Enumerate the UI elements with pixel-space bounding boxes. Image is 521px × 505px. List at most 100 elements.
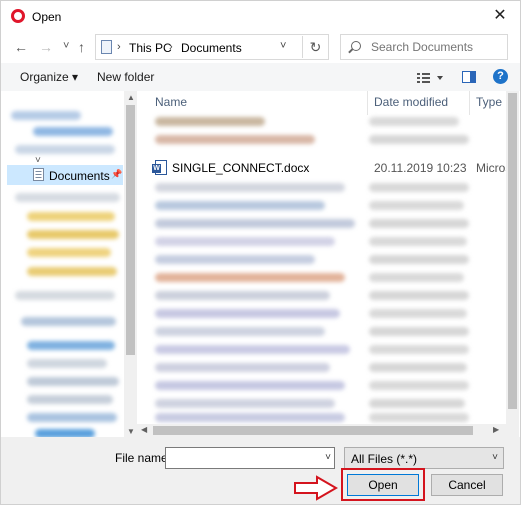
- up-button[interactable]: ↑: [78, 39, 85, 55]
- search-input[interactable]: [371, 39, 501, 55]
- file-row-blurred[interactable]: [155, 327, 325, 336]
- breadcrumb-documents[interactable]: Documents: [181, 41, 242, 55]
- file-type-filter[interactable]: All Files (*.*) ˅: [344, 447, 504, 469]
- nav-item-blurred[interactable]: [35, 429, 95, 437]
- file-row-blurred[interactable]: [155, 135, 315, 144]
- file-row-blurred[interactable]: [369, 255, 469, 264]
- address-bar[interactable]: › This PC › Documents ˅ ↻: [95, 34, 329, 60]
- address-dropdown-button[interactable]: ˅: [280, 40, 286, 52]
- opera-logo-icon: [11, 9, 25, 23]
- organize-button[interactable]: Organize ▾: [20, 70, 78, 84]
- file-row-blurred[interactable]: [369, 273, 464, 282]
- nav-item-blurred[interactable]: [27, 395, 113, 404]
- file-list-horizontal-scrollbar[interactable]: ◀ ▶: [137, 424, 506, 437]
- scrollbar-thumb[interactable]: [153, 426, 473, 435]
- pin-icon: 📌: [111, 169, 123, 179]
- file-name-field[interactable]: ˅: [165, 447, 335, 469]
- bottom-bar: File name: ˅ All Files (*.*) ˅ Open Canc…: [1, 437, 520, 504]
- help-button[interactable]: ?: [493, 69, 508, 84]
- nav-item-blurred[interactable]: [27, 341, 115, 350]
- nav-item-blurred[interactable]: [27, 413, 117, 422]
- column-divider[interactable]: [469, 91, 470, 115]
- cancel-button[interactable]: Cancel: [431, 474, 503, 496]
- open-button[interactable]: Open: [347, 474, 419, 496]
- file-row-blurred[interactable]: [369, 363, 467, 372]
- file-row-blurred[interactable]: [155, 381, 345, 390]
- column-header-name[interactable]: Name: [155, 95, 187, 109]
- scrollbar-thumb[interactable]: [508, 93, 517, 409]
- file-row-blurred[interactable]: [155, 117, 265, 126]
- file-row-blurred[interactable]: [369, 309, 467, 318]
- nav-item-blurred[interactable]: [15, 193, 120, 202]
- new-folder-button[interactable]: New folder: [97, 70, 154, 84]
- file-row-blurred[interactable]: [155, 309, 340, 318]
- breadcrumb-separator[interactable]: ›: [169, 41, 173, 53]
- chevron-down-icon[interactable]: ˅: [325, 452, 331, 463]
- nav-item-blurred[interactable]: [27, 212, 115, 221]
- navigation-pane-scrollbar[interactable]: ▲ ▼: [124, 91, 137, 437]
- nav-item-documents[interactable]: ˅ Documents 📌: [7, 155, 123, 185]
- file-row-blurred[interactable]: [369, 413, 469, 422]
- file-row-blurred[interactable]: [369, 345, 469, 354]
- file-list-vertical-scrollbar[interactable]: [506, 91, 519, 437]
- file-row-blurred[interactable]: [155, 219, 355, 228]
- column-header-type[interactable]: Type: [476, 95, 502, 109]
- file-row-blurred[interactable]: [155, 183, 345, 192]
- documents-location-icon: [101, 40, 112, 54]
- scroll-down-arrow-icon[interactable]: ▼: [127, 427, 135, 436]
- breadcrumb-separator[interactable]: ›: [117, 41, 121, 53]
- file-row-blurred[interactable]: [369, 135, 469, 144]
- scrollbar-thumb[interactable]: [126, 105, 135, 355]
- file-list[interactable]: ˆ Name Date modified Type SINGLE_CONNECT…: [137, 91, 506, 437]
- nav-item-blurred[interactable]: [11, 111, 81, 120]
- nav-item-blurred[interactable]: [15, 291, 115, 300]
- file-row-blurred[interactable]: [369, 201, 464, 210]
- file-row-blurred[interactable]: [155, 273, 345, 282]
- file-row[interactable]: SINGLE_CONNECT.docx 20.11.2019 10:23 Mic…: [151, 159, 506, 177]
- file-row-blurred[interactable]: [155, 363, 330, 372]
- search-box[interactable]: [340, 34, 508, 60]
- file-row-blurred[interactable]: [369, 327, 469, 336]
- back-button[interactable]: ←: [14, 39, 28, 55]
- recent-locations-button[interactable]: ˅: [63, 40, 69, 52]
- scroll-up-arrow-icon[interactable]: ▲: [127, 93, 135, 102]
- scroll-right-arrow-icon[interactable]: ▶: [493, 425, 499, 434]
- file-row-blurred[interactable]: [155, 201, 325, 210]
- forward-button[interactable]: →: [39, 39, 53, 55]
- nav-item-blurred[interactable]: [21, 317, 116, 326]
- nav-item-blurred[interactable]: [27, 248, 111, 257]
- file-row-blurred[interactable]: [369, 399, 465, 408]
- file-row-blurred[interactable]: [155, 345, 350, 354]
- refresh-button[interactable]: ↻: [302, 36, 328, 58]
- file-row-blurred[interactable]: [369, 183, 469, 192]
- column-header-date-modified[interactable]: Date modified: [374, 95, 448, 109]
- nav-item-blurred[interactable]: [27, 359, 107, 368]
- navigation-bar: ← → ˅ ↑ › This PC › Documents ˅ ↻: [1, 31, 520, 63]
- file-row-blurred[interactable]: [369, 219, 469, 228]
- file-row-blurred[interactable]: [369, 291, 469, 300]
- preview-pane-button[interactable]: [462, 71, 476, 83]
- file-row-blurred[interactable]: [155, 399, 335, 408]
- file-row-blurred[interactable]: [155, 291, 330, 300]
- nav-item-blurred[interactable]: [15, 145, 115, 154]
- file-row-blurred[interactable]: [369, 237, 467, 246]
- close-button[interactable]: ✕: [490, 6, 510, 26]
- view-list-icon: [417, 73, 443, 83]
- nav-item-blurred[interactable]: [33, 127, 113, 136]
- column-divider[interactable]: [367, 91, 368, 115]
- documents-icon: [33, 168, 44, 181]
- view-options-button[interactable]: [417, 72, 445, 84]
- scroll-left-arrow-icon[interactable]: ◀: [141, 425, 147, 434]
- file-row-blurred[interactable]: [155, 237, 335, 246]
- file-row-blurred[interactable]: [155, 413, 345, 422]
- open-dialog: Open ✕ ← → ˅ ↑ › This PC › Documents ˅ ↻…: [0, 0, 521, 505]
- file-row-blurred[interactable]: [155, 255, 315, 264]
- nav-item-blurred[interactable]: [27, 230, 119, 239]
- file-row-blurred[interactable]: [369, 117, 459, 126]
- file-name: SINGLE_CONNECT.docx: [172, 161, 310, 175]
- nav-item-blurred[interactable]: [27, 377, 119, 386]
- nav-item-blurred[interactable]: [27, 267, 117, 276]
- breadcrumb-this-pc[interactable]: This PC: [129, 41, 172, 55]
- navigation-pane[interactable]: ˅ Documents 📌: [7, 91, 125, 437]
- file-row-blurred[interactable]: [369, 381, 469, 390]
